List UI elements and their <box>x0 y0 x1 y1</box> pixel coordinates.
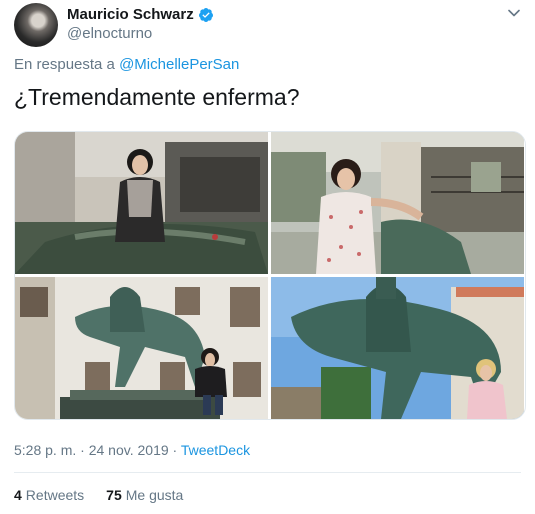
chevron-down-icon[interactable] <box>507 6 521 20</box>
media-photo-2[interactable] <box>271 132 524 274</box>
tweet-date[interactable]: 24 nov. 2019 <box>89 442 169 458</box>
meta-separator: · <box>172 442 178 458</box>
retweets-stat[interactable]: 4 Retweets <box>14 487 84 503</box>
tweet-source-link[interactable]: TweetDeck <box>181 442 250 458</box>
tweet-time[interactable]: 5:28 p. m. <box>14 442 76 458</box>
retweets-count: 4 <box>14 487 22 503</box>
author-name-text: Mauricio Schwarz <box>67 6 194 23</box>
tweet-text: ¿Tremendamente enferma? <box>14 84 300 110</box>
photo-tomb-woman-floral-dress <box>271 132 524 274</box>
likes-label: Me gusta <box>125 487 184 503</box>
retweets-label: Retweets <box>25 487 85 503</box>
reply-mention-link[interactable]: @MichellePerSan <box>119 56 239 73</box>
author-avatar[interactable] <box>14 3 58 47</box>
media-photo-3[interactable] <box>15 277 268 419</box>
likes-count: 75 <box>106 487 122 503</box>
tweet-stats: 4 Retweets 75 Me gusta <box>14 487 183 503</box>
meta-separator: · <box>80 442 85 458</box>
likes-stat[interactable]: 75 Me gusta <box>106 487 183 503</box>
author-handle[interactable]: @elnocturno <box>67 25 152 42</box>
verified-badge-icon <box>198 7 213 22</box>
photo-equestrian-statue-woman <box>15 277 268 419</box>
media-photo-1[interactable] <box>15 132 268 274</box>
tweet-timestamp-row: 5:28 p. m. · 24 nov. 2019 · TweetDeck <box>14 442 250 458</box>
media-grid <box>14 131 526 420</box>
divider <box>14 472 521 473</box>
reply-context: En respuesta a @MichellePerSan <box>14 56 239 73</box>
media-photo-4[interactable] <box>271 277 524 419</box>
photo-equestrian-statue-blonde-woman <box>271 277 524 419</box>
photo-tomb-woman-dark-hair <box>15 132 268 274</box>
author-display-name[interactable]: Mauricio Schwarz <box>67 6 214 23</box>
reply-prefix: En respuesta a <box>14 56 115 73</box>
